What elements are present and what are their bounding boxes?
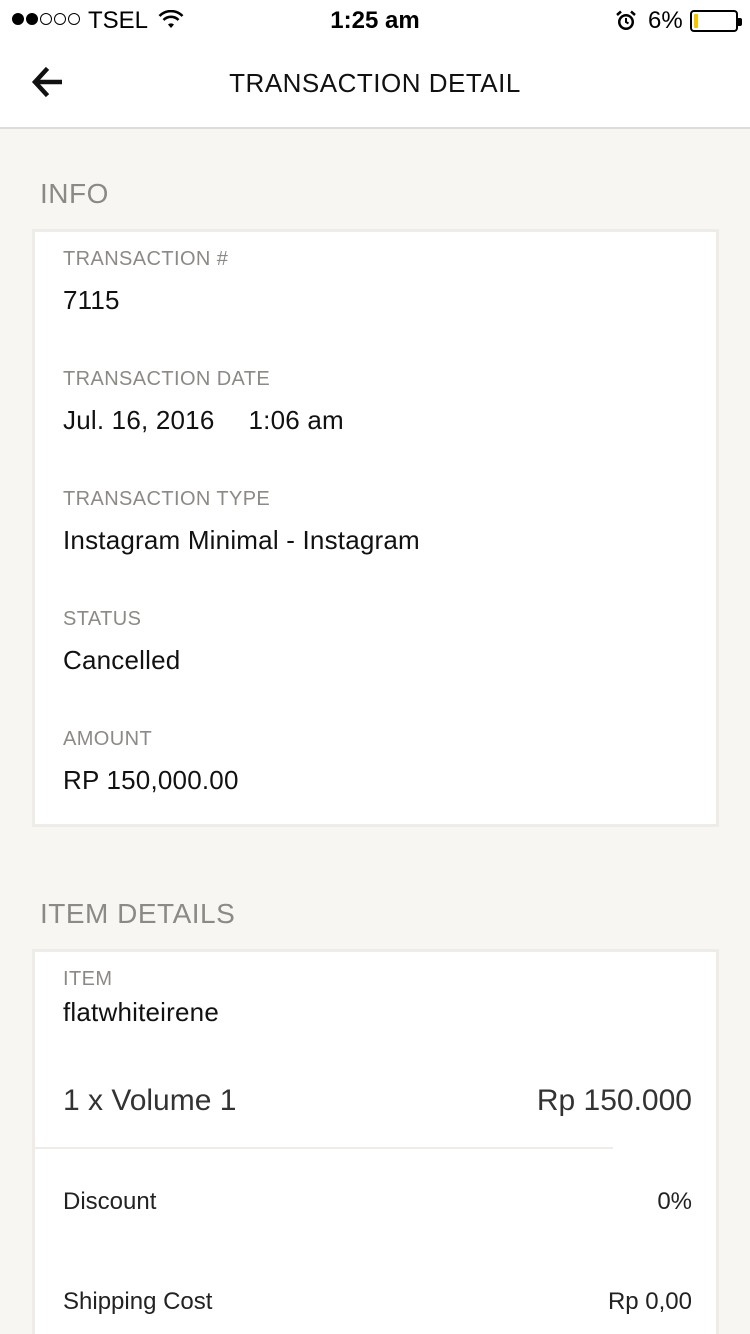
transaction-date-value: Jul. 16, 2016 1:06 am	[63, 405, 344, 436]
transaction-date: Jul. 16, 2016	[63, 405, 215, 435]
shipping-cost-value: Rp 0,00	[607, 1288, 692, 1315]
divider	[35, 1147, 613, 1149]
item-field: ITEM flatwhiteirene	[63, 968, 219, 1028]
item-details-card: ITEM flatwhiteirene 1 x Volume 1 Rp 150.…	[32, 949, 719, 1334]
page-title: TRANSACTION DETAIL	[229, 68, 521, 98]
battery-icon	[690, 10, 742, 32]
transaction-number-field: TRANSACTION # 7115	[63, 248, 228, 316]
status-value: Cancelled	[63, 645, 181, 675]
transaction-number-label: TRANSACTION #	[63, 248, 229, 270]
info-card: TRANSACTION # 7115 TRANSACTION DATE Jul.…	[32, 229, 719, 827]
transaction-type-value: Instagram Minimal - Instagram	[63, 525, 420, 555]
line-item-description: 1 x Volume 1	[63, 1084, 237, 1117]
nav-header: TRANSACTION DETAIL	[0, 40, 750, 129]
info-section-title: INFO	[40, 178, 109, 209]
item-value: flatwhiteirene	[63, 997, 219, 1027]
shipping-cost-label: Shipping Cost	[63, 1288, 213, 1315]
discount-value: 0%	[657, 1188, 692, 1215]
item-details-section-title: ITEM DETAILS	[40, 898, 236, 929]
amount-label: AMOUNT	[63, 728, 153, 750]
battery-percentage: 6%	[648, 7, 683, 34]
transaction-time: 1:06 am	[248, 405, 344, 435]
discount-label: Discount	[63, 1188, 157, 1215]
transaction-type-label: TRANSACTION TYPE	[63, 488, 271, 510]
alarm-clock-icon	[616, 10, 636, 30]
line-item-price: Rp 150.000	[536, 1084, 692, 1117]
transaction-date-label: TRANSACTION DATE	[63, 368, 271, 390]
transaction-type-field: TRANSACTION TYPE Instagram Minimal - Ins…	[63, 488, 420, 556]
status-field: STATUS Cancelled	[63, 608, 180, 676]
status-label: STATUS	[63, 608, 142, 630]
shipping-cost-row: Shipping Cost Rp 0,00	[63, 1288, 692, 1316]
amount-field: AMOUNT RP 150,000.00	[63, 728, 239, 796]
discount-row: Discount 0%	[63, 1188, 692, 1216]
line-item: 1 x Volume 1 Rp 150.000	[63, 1084, 692, 1118]
status-bar: TSEL 1:25 am 6%	[0, 0, 750, 40]
item-label: ITEM	[63, 968, 113, 990]
transaction-date-field: TRANSACTION DATE Jul. 16, 2016 1:06 am	[63, 368, 344, 436]
transaction-number-value: 7115	[63, 285, 120, 315]
amount-value: RP 150,000.00	[63, 765, 239, 795]
